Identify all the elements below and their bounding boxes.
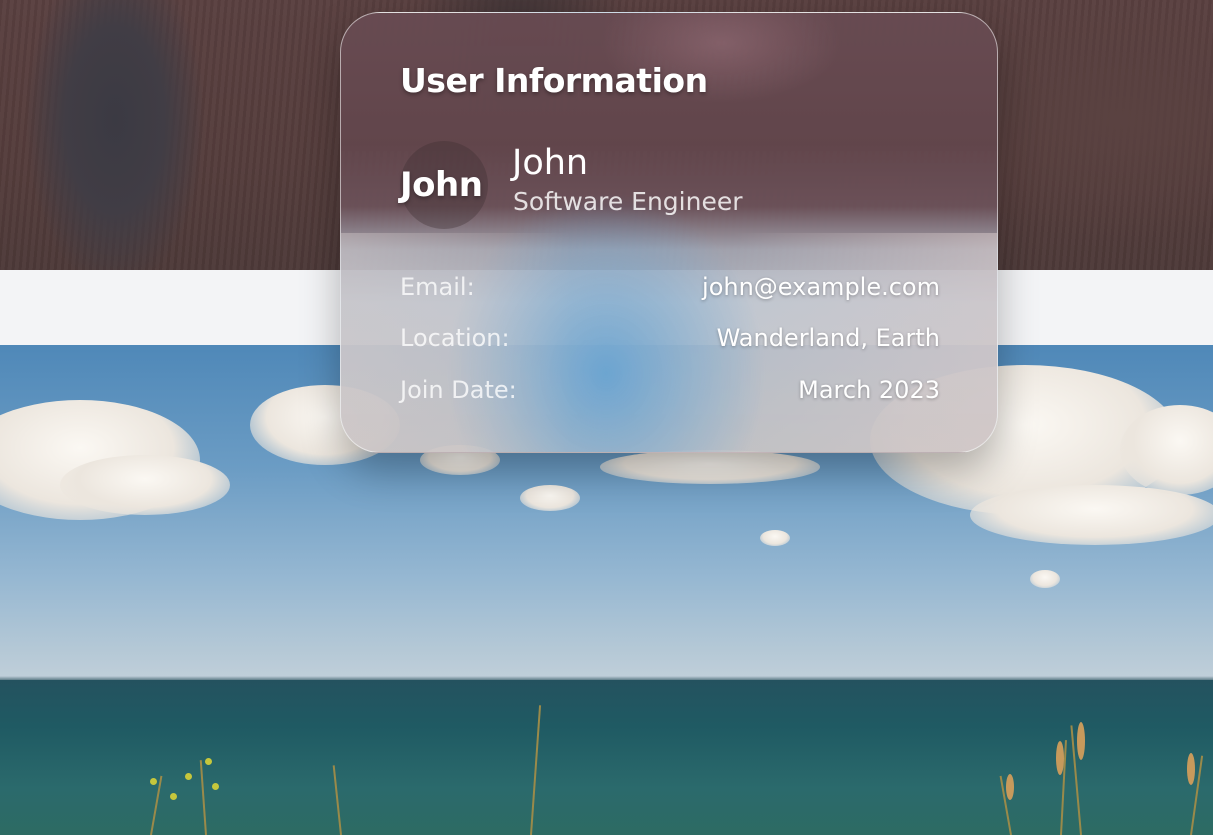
- grass-seedhead: [1077, 722, 1085, 760]
- grass-seedhead: [1056, 741, 1064, 775]
- flower: [170, 793, 177, 800]
- join-date-value: March 2023: [798, 376, 940, 404]
- cloud: [1030, 570, 1060, 588]
- avatar-initials: John: [400, 165, 483, 205]
- flower: [205, 758, 212, 765]
- info-row-location: Location: Wanderland, Earth: [400, 321, 940, 355]
- grass-stalk: [332, 765, 342, 835]
- cloud: [760, 530, 790, 546]
- info-row-email: Email: john@example.com: [400, 270, 940, 304]
- info-row-join-date: Join Date: March 2023: [400, 373, 940, 407]
- location-label: Location:: [400, 324, 510, 352]
- page: User Information John John Software Engi…: [0, 0, 1213, 835]
- flower: [185, 773, 192, 780]
- cloud: [520, 485, 580, 511]
- grass-stalk: [530, 705, 542, 835]
- location-value: Wanderland, Earth: [716, 324, 940, 352]
- grass-seedhead: [1187, 753, 1195, 785]
- card-title: User Information: [400, 61, 708, 100]
- flower: [150, 778, 157, 785]
- join-date-label: Join Date:: [400, 376, 517, 404]
- grass-seedhead: [1006, 774, 1014, 800]
- avatar: John: [400, 141, 488, 229]
- grass-stalk: [199, 760, 207, 835]
- cloud: [60, 455, 230, 515]
- user-name: John: [512, 143, 589, 183]
- cloud: [600, 450, 820, 484]
- email-value: john@example.com: [702, 273, 940, 301]
- email-label: Email:: [400, 273, 475, 301]
- user-role: Software Engineer: [513, 187, 743, 216]
- flower: [212, 783, 219, 790]
- sea: [0, 680, 1213, 835]
- user-info-card: User Information John John Software Engi…: [340, 12, 998, 453]
